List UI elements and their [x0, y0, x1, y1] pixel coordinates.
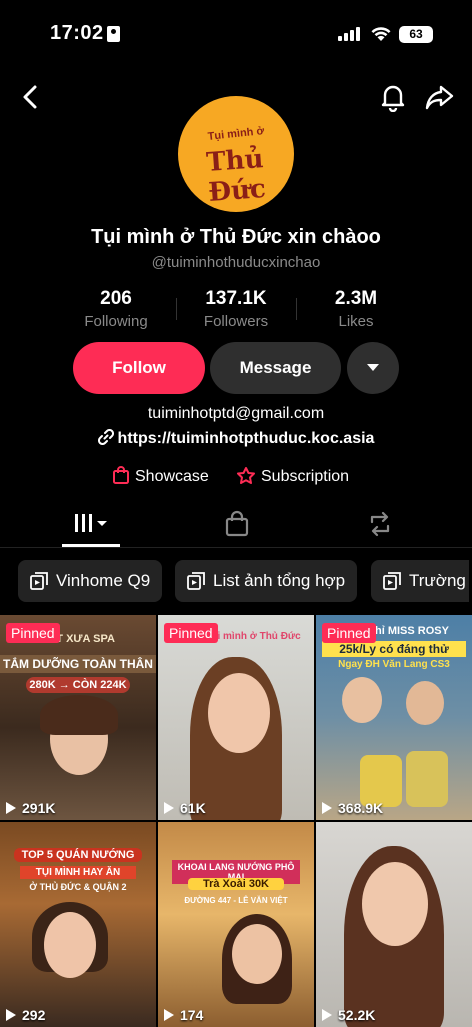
playlist-icon: [30, 572, 48, 590]
video-tile[interactable]: TOP 5 QUÁN NƯỚNG TỤI MÌNH HAY ĂN Ở THỦ Đ…: [0, 822, 156, 1027]
video-caption-price: Ở THỦ ĐỨC & QUẬN 2: [29, 882, 127, 892]
person-thumbnail: [362, 862, 428, 946]
pinned-badge: Pinned: [164, 623, 218, 643]
playlist-icon: [187, 572, 205, 590]
share-icon[interactable]: [424, 82, 454, 112]
likes-stat[interactable]: 2.3M Likes: [291, 288, 421, 330]
likes-count: 2.3M: [334, 288, 378, 309]
view-count: 368.9K: [322, 800, 383, 816]
view-count: 291K: [6, 800, 55, 816]
chevron-down-icon: [367, 364, 379, 371]
pinned-badge: Pinned: [322, 623, 376, 643]
view-count: 52.2K: [322, 1007, 375, 1023]
shop-icon[interactable]: [224, 510, 250, 538]
showcase-label: Showcase: [135, 468, 209, 485]
playlist-chip-label: Vinhome Q9: [56, 571, 151, 590]
followers-label: Followers: [203, 313, 269, 330]
following-stat[interactable]: 206 Following: [51, 288, 181, 330]
playlist-chip[interactable]: List ảnh tổng hợp: [175, 560, 358, 602]
person-thumbnail: [342, 677, 382, 723]
focus-icon: [107, 26, 120, 42]
tabs-divider: [0, 547, 472, 548]
video-tile[interactable]: KHOAI LANG NƯỚNG PHÔ MAI Trà Xoài 30K ĐƯ…: [158, 822, 314, 1027]
status-time: 17:02: [50, 22, 104, 44]
video-caption-price: Ngay ĐH Văn Lang CS3: [338, 659, 450, 670]
likes-label: Likes: [338, 313, 374, 330]
video-tile[interactable]: Tụi mình ở Thủ Đức Pinned 61K: [158, 615, 314, 820]
video-caption-main: TỤI MÌNH HAY ĂN: [20, 866, 136, 879]
playlist-chip[interactable]: Trường h: [371, 560, 469, 602]
following-count: 206: [100, 288, 132, 309]
wifi-icon: [371, 27, 391, 41]
view-count: 174: [164, 1007, 203, 1023]
subscription-icon: [237, 467, 255, 484]
video-tile[interactable]: Chỉ MISS ROSY 25k/Ly có đáng thử Ngay ĐH…: [316, 615, 472, 820]
showcase-link[interactable]: Showcase: [112, 466, 209, 486]
person-thumbnail: [406, 681, 444, 725]
video-tile[interactable]: NÉT XƯA SPA TẮM DƯỠNG TOÀN THÂN 280K → C…: [0, 615, 156, 820]
view-count: 61K: [164, 800, 206, 816]
message-button[interactable]: Message: [210, 342, 341, 394]
person-thumbnail: [232, 924, 282, 984]
avatar-text: Thủ Đức: [205, 144, 267, 208]
avatar[interactable]: Tụi mình ở Thủ Đức: [178, 96, 294, 212]
playlist-chip-label: Trường h: [409, 571, 469, 590]
pinned-badge: Pinned: [6, 623, 60, 643]
playlist-chip-label: List ảnh tổng hợp: [213, 571, 346, 590]
follow-button[interactable]: Follow: [73, 342, 205, 394]
playlist-icon: [383, 572, 401, 590]
back-icon[interactable]: [20, 84, 42, 110]
repost-icon[interactable]: [366, 510, 394, 538]
bell-icon[interactable]: [378, 82, 408, 112]
person-thumbnail: [208, 673, 270, 753]
grid-icon: [75, 514, 107, 532]
video-caption-main: 25k/Ly có đáng thử: [322, 641, 466, 657]
video-grid: NÉT XƯA SPA TẮM DƯỠNG TOÀN THÂN 280K → C…: [0, 615, 472, 1027]
more-button[interactable]: [347, 342, 399, 394]
drink-thumbnail: [406, 751, 448, 807]
subscription-link[interactable]: Subscription: [236, 466, 349, 486]
video-caption-top: TOP 5 QUÁN NƯỚNG: [14, 848, 142, 862]
person-thumbnail: [44, 912, 96, 978]
signal-icon: [338, 27, 360, 41]
username: @tuiminhothuducxinchao: [151, 254, 321, 271]
following-label: Following: [84, 313, 148, 330]
showcase-bag-icon: [113, 466, 129, 484]
battery-indicator: 63: [399, 26, 433, 43]
display-name: Tụi mình ở Thủ Đức xin chàoo: [91, 226, 381, 248]
video-caption-price: ĐƯỜNG 447 - LÊ VĂN VIỆT: [184, 896, 288, 905]
bio-link[interactable]: https://tuiminhotpthuduc.koc.asia: [0, 428, 472, 448]
subscription-label: Subscription: [261, 468, 350, 485]
tab-videos[interactable]: [62, 508, 120, 544]
view-count: 292: [6, 1007, 45, 1023]
bio-link-text: https://tuiminhotpthuduc.koc.asia: [117, 430, 375, 447]
followers-count: 137.1K: [205, 288, 267, 309]
video-caption-main: TẮM DƯỠNG TOÀN THÂN: [0, 655, 156, 673]
video-tile[interactable]: 52.2K: [316, 822, 472, 1027]
playlist-chip[interactable]: Vinhome Q9: [18, 560, 163, 602]
followers-stat[interactable]: 137.1K Followers: [171, 288, 301, 330]
bio-email: tuiminhotptd@gmail.com: [147, 405, 325, 422]
link-icon: [97, 428, 114, 446]
video-caption-price: 280K → CÒN 224K: [26, 677, 130, 693]
hair-thumbnail: [40, 695, 118, 735]
video-caption-main: Trà Xoài 30K: [188, 878, 284, 890]
